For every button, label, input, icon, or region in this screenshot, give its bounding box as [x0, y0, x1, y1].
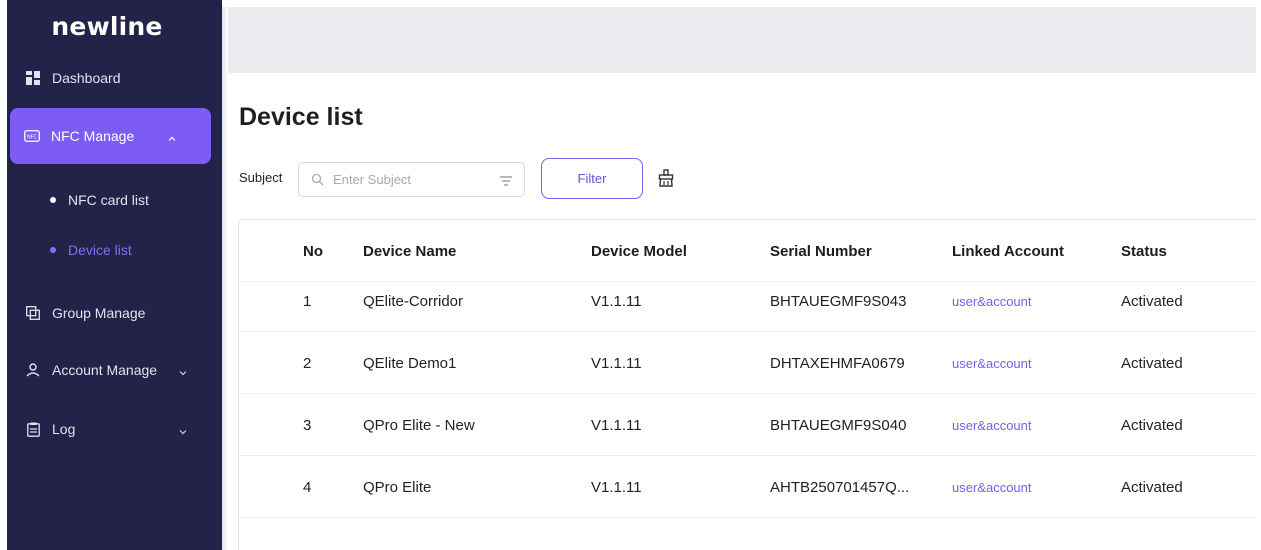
cell-device-name: QElite-Corridor	[363, 292, 464, 310]
page-title: Device list	[239, 103, 363, 131]
cell-device-name: QPro Elite	[363, 478, 432, 496]
subject-search-box[interactable]	[298, 162, 525, 197]
clear-filter-icon[interactable]	[657, 169, 675, 187]
cell-no: 3	[303, 416, 312, 434]
dashboard-icon	[25, 70, 41, 86]
cell-status: Activated	[1121, 478, 1183, 496]
brand-logo: newline	[51, 12, 163, 41]
cell-device-name: QElite Demo1	[363, 354, 457, 372]
cell-linked-account: user&account	[952, 270, 1032, 332]
table-row[interactable]: 4 QPro Elite V1.1.11 AHTB250701457Q... u…	[239, 456, 1257, 518]
sidebar-item-label: Account Manage	[52, 362, 158, 378]
chevron-down-icon	[178, 424, 188, 435]
filter-lines-icon[interactable]	[500, 174, 512, 186]
cell-status: Activated	[1121, 416, 1183, 434]
sidebar-item-label: Group Manage	[52, 305, 146, 321]
sidebar-subitem-nfc-card-list[interactable]: NFC card list	[7, 181, 222, 219]
top-header-bar	[222, 7, 1256, 73]
cell-no: 2	[303, 354, 312, 372]
sidebar-item-log[interactable]: Log	[7, 409, 222, 449]
cell-serial-number: BHTAUEGMF9S040	[770, 416, 907, 434]
search-icon	[311, 173, 324, 186]
cell-no: 4	[303, 478, 312, 496]
subject-input[interactable]	[333, 172, 483, 187]
device-table: No Device Name Device Model Serial Numbe…	[238, 219, 1257, 550]
bullet-dot	[50, 247, 56, 253]
table-row[interactable]: 3 QPro Elite - New V1.1.11 BHTAUEGMF9S04…	[239, 394, 1257, 456]
cell-device-model: V1.1.11	[591, 478, 642, 496]
cell-no: 1	[303, 292, 312, 310]
cell-device-name: QPro Elite - New	[363, 416, 475, 434]
sidebar-item-nfc-manage[interactable]: NFC NFC Manage	[10, 108, 211, 164]
sidebar-item-label: NFC Manage	[51, 128, 135, 144]
chevron-up-icon	[167, 131, 177, 141]
linked-account-link[interactable]: user&account	[952, 294, 1032, 309]
sidebar-item-dashboard[interactable]: Dashboard	[7, 58, 222, 98]
clipboard-icon	[25, 421, 41, 437]
sidebar: newline Dashboard NFC NFC Manage NFC car…	[7, 0, 222, 550]
cell-status: Activated	[1121, 292, 1183, 310]
group-icon	[25, 305, 41, 321]
svg-text:NFC: NFC	[27, 134, 38, 140]
cell-serial-number: BHTAUEGMF9S043	[770, 292, 907, 310]
linked-account-link[interactable]: user&account	[952, 356, 1032, 371]
chevron-down-icon	[178, 365, 188, 376]
table-row[interactable]: 2 QElite Demo1 V1.1.11 DHTAXEHMFA0679 us…	[239, 332, 1257, 394]
cell-device-model: V1.1.11	[591, 354, 642, 372]
divider	[222, 7, 228, 550]
cell-linked-account: user&account	[952, 394, 1032, 456]
user-icon	[25, 362, 41, 378]
cell-serial-number: AHTB250701457Q...	[770, 478, 910, 496]
sidebar-subitem-device-list[interactable]: Device list	[7, 231, 222, 269]
cell-linked-account: user&account	[952, 456, 1032, 518]
sidebar-item-label: Dashboard	[52, 70, 121, 86]
cell-status: Activated	[1121, 354, 1183, 372]
sidebar-item-account-manage[interactable]: Account Manage	[7, 350, 222, 390]
subject-label: Subject	[239, 170, 283, 185]
cell-serial-number: DHTAXEHMFA0679	[770, 354, 905, 372]
filter-button[interactable]: Filter	[541, 158, 643, 199]
linked-account-link[interactable]: user&account	[952, 418, 1032, 433]
cell-device-model: V1.1.11	[591, 292, 642, 310]
sidebar-subitem-label: Device list	[68, 242, 132, 258]
table-row[interactable]: 1 QElite-Corridor V1.1.11 BHTAUEGMF9S043…	[239, 270, 1257, 332]
cell-device-model: V1.1.11	[591, 416, 642, 434]
sidebar-item-label: Log	[52, 421, 76, 437]
sidebar-item-group-manage[interactable]: Group Manage	[7, 293, 222, 333]
nfc-icon: NFC	[24, 128, 40, 144]
linked-account-link[interactable]: user&account	[952, 480, 1032, 495]
sidebar-subitem-label: NFC card list	[68, 192, 149, 208]
bullet-dot	[50, 197, 56, 203]
cell-linked-account: user&account	[952, 332, 1032, 394]
app-window: newline Dashboard NFC NFC Manage NFC car…	[0, 0, 1261, 550]
